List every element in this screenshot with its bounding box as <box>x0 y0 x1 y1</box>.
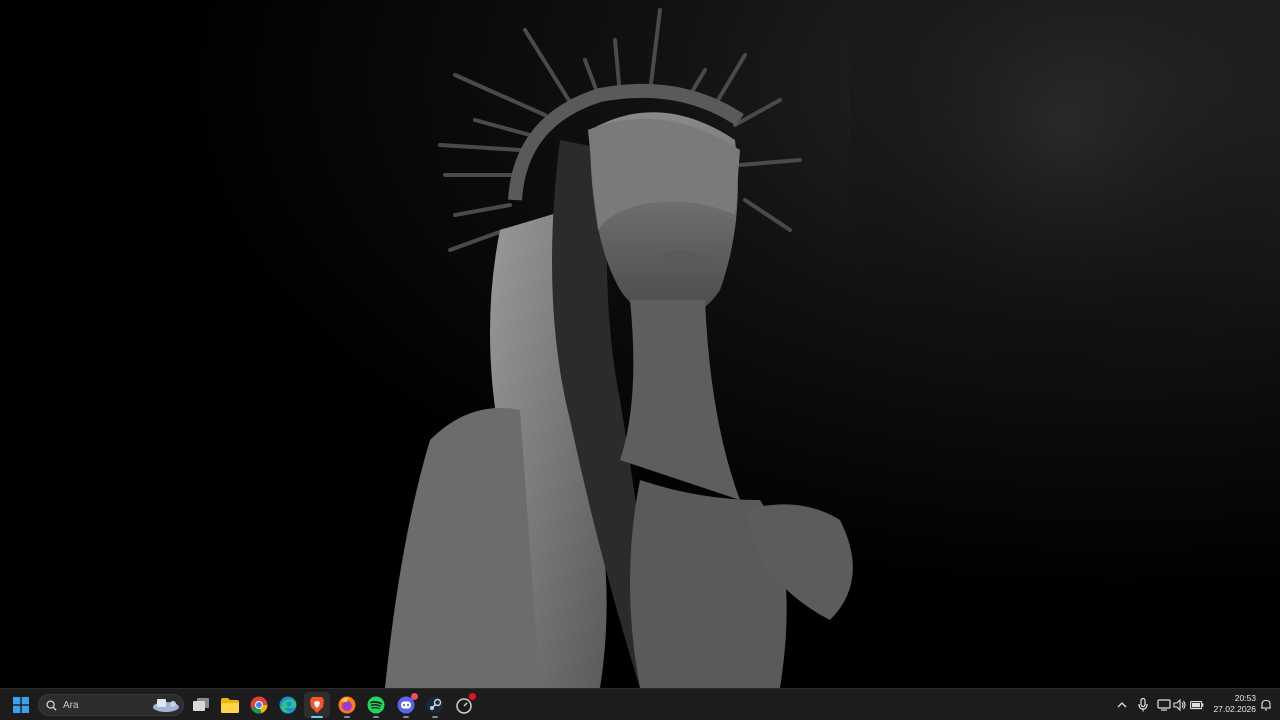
windows-icon <box>13 697 29 713</box>
steam-icon <box>426 696 444 714</box>
running-indicator <box>373 716 379 718</box>
folder-icon <box>221 697 239 713</box>
notification-badge <box>411 693 418 700</box>
spotify-button[interactable] <box>363 692 389 718</box>
start-button[interactable] <box>8 692 34 718</box>
taskbar: Ara 20:53 27.02.2026 <box>0 688 1280 720</box>
chevron-up-icon <box>1117 702 1127 708</box>
notification-badge <box>469 693 476 700</box>
running-indicator <box>344 716 350 718</box>
battery-button[interactable] <box>1189 697 1205 713</box>
discord-button[interactable] <box>393 692 419 718</box>
search-box[interactable]: Ara <box>38 694 184 716</box>
volume-icon <box>1173 699 1186 711</box>
microphone-icon <box>1138 698 1148 712</box>
clock-date: 27.02.2026 <box>1213 704 1256 714</box>
show-hidden-icons-button[interactable] <box>1114 697 1130 713</box>
microphone-button[interactable] <box>1135 697 1151 713</box>
notifications-button[interactable] <box>1258 697 1274 713</box>
chrome-button[interactable] <box>246 692 272 718</box>
running-indicator <box>432 716 438 718</box>
notification-bell-icon <box>1261 699 1271 711</box>
battery-icon <box>1190 701 1204 710</box>
wallpaper-image <box>385 0 1280 688</box>
clock-time: 20:53 <box>1234 693 1256 703</box>
running-indicator <box>311 716 323 718</box>
search-highlight-icon <box>153 699 179 712</box>
task-view-icon <box>193 698 209 711</box>
desktop[interactable] <box>0 0 1280 688</box>
chrome-icon <box>250 696 268 714</box>
volume-button[interactable] <box>1172 697 1188 713</box>
edge-button[interactable] <box>275 692 301 718</box>
firefox-button[interactable] <box>334 692 360 718</box>
network-button[interactable] <box>1156 697 1172 713</box>
file-explorer-button[interactable] <box>217 692 243 718</box>
edge-icon <box>279 696 297 714</box>
network-icon <box>1157 699 1171 711</box>
spotify-icon <box>367 696 385 714</box>
search-placeholder: Ara <box>63 699 79 711</box>
running-indicator <box>403 716 409 718</box>
brave-icon <box>310 697 324 713</box>
clock[interactable]: 20:53 27.02.2026 <box>1206 693 1256 717</box>
brave-button[interactable] <box>304 692 330 718</box>
firefox-icon <box>338 696 356 714</box>
search-icon <box>46 699 57 711</box>
steam-button[interactable] <box>422 692 448 718</box>
task-view-button[interactable] <box>188 692 214 718</box>
timer-app-button[interactable] <box>451 692 477 718</box>
